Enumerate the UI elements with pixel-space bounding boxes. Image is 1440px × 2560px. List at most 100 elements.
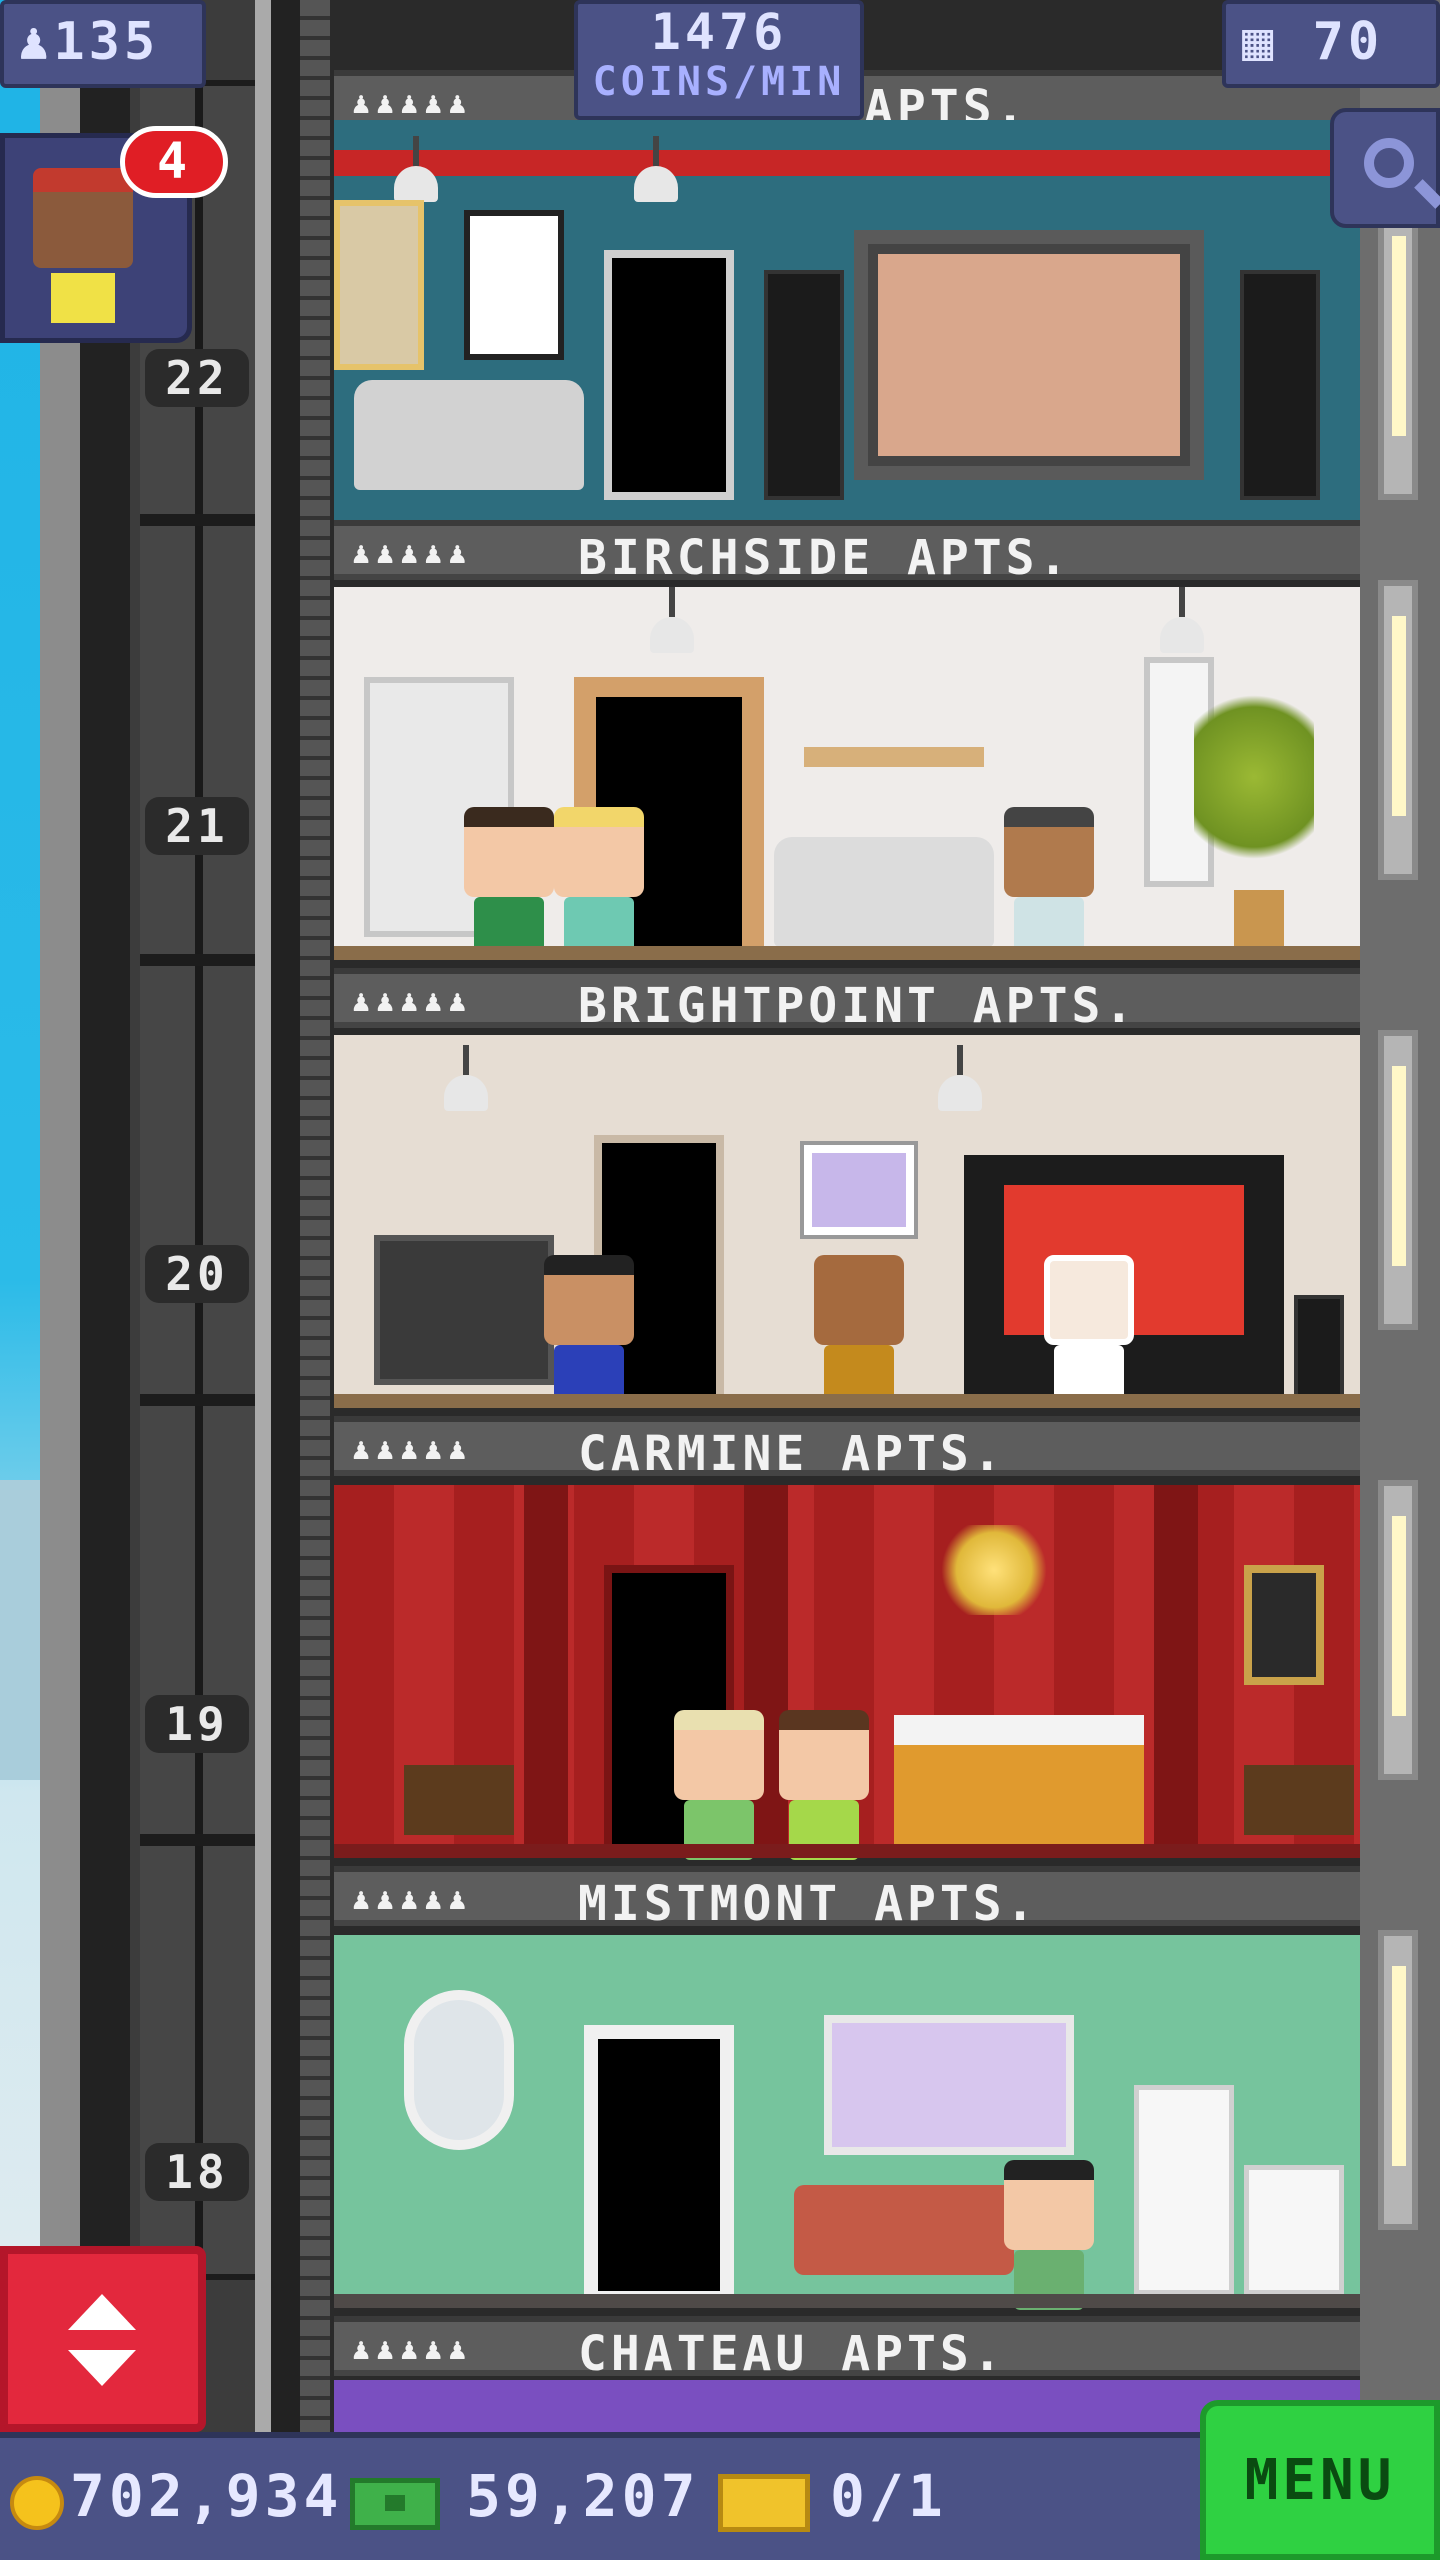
occupancy-icons: ♟♟♟♟♟ (352, 536, 473, 571)
ceiling-lamp (1160, 587, 1204, 653)
refrigerator (1134, 2085, 1234, 2295)
building-window (1378, 580, 1418, 880)
apartment-room-20[interactable] (334, 1035, 1360, 1408)
coins-per-min-value: 1476 (650, 3, 788, 61)
doorway (604, 250, 734, 500)
ceiling-lamp (634, 136, 678, 202)
shaft-panel (140, 960, 260, 1400)
speaker (1294, 1295, 1344, 1405)
elevator-button[interactable] (0, 2246, 206, 2432)
potted-palm (1194, 677, 1314, 877)
building-window (1378, 1480, 1418, 1780)
avatar-body (51, 273, 115, 323)
occupancy-icons: ♟♟♟♟♟ (352, 86, 473, 121)
ceiling-beam (334, 150, 1360, 176)
television (854, 230, 1204, 480)
wall-shelf (804, 747, 984, 767)
ceiling-lamp (650, 587, 694, 653)
floor-count-value: 70 (1312, 12, 1384, 72)
building-window (1378, 1930, 1418, 2230)
ceiling-lamp (938, 1045, 982, 1111)
chandelier (934, 1525, 1054, 1615)
down-arrow-icon (68, 2350, 136, 2386)
coin-icon (10, 2476, 64, 2530)
shaft-rail (40, 0, 80, 2560)
coins-per-min-label: COINS/MIN (592, 59, 846, 105)
stove (1244, 2165, 1344, 2295)
floor-name-21: BRIGHTPOINT APTS. (578, 978, 1138, 1034)
floor-label-bar-18[interactable]: ♟♟♟♟♟ CHATEAU APTS. (334, 2316, 1360, 2382)
sofa (354, 380, 584, 490)
floor-label-bar-19[interactable]: ♟♟♟♟♟ MISTMONT APTS. (334, 1866, 1360, 1932)
coins-value: 702,934 (70, 2462, 343, 2530)
resident[interactable] (674, 1710, 764, 1860)
doorway (584, 2025, 734, 2305)
speaker (764, 270, 844, 500)
bed (894, 1715, 1144, 1845)
apartment-room-19[interactable] (334, 1485, 1360, 1860)
resident[interactable] (814, 1255, 904, 1405)
building-icon: ▦ (1242, 12, 1278, 72)
column (1154, 1485, 1198, 1858)
floor-label-bar-22[interactable]: ♟♟♟♟♟ BIRCHSIDE APTS. (334, 520, 1360, 586)
floor-name-19: MISTMONT APTS. (578, 1876, 1039, 1932)
floor-trim (334, 2294, 1360, 2308)
resident[interactable] (1004, 2160, 1094, 2310)
floor-label-bar-21[interactable]: ♟♟♟♟♟ BRIGHTPOINT APTS. (334, 968, 1360, 1034)
wall-painting (1244, 1565, 1324, 1685)
floor-number-18: 18 (145, 2143, 249, 2201)
apartment-room-21[interactable] (334, 587, 1360, 960)
floor-number-22: 22 (145, 349, 249, 407)
floor-name-20: CARMINE APTS. (578, 1426, 1006, 1482)
bux-value: 59,207 (466, 2462, 700, 2530)
shaft-chain (300, 0, 330, 2560)
tickets-value: 0/1 (830, 2462, 947, 2530)
wall-poster (464, 210, 564, 360)
resident[interactable] (554, 807, 644, 957)
avatar (33, 168, 133, 268)
window (824, 2015, 1074, 2155)
resident[interactable] (1004, 807, 1094, 957)
shaft-panel (140, 520, 260, 960)
floor-trim (334, 1394, 1360, 1408)
building-window (1378, 1030, 1418, 1330)
city-silhouette (0, 1480, 40, 1780)
building-window (1378, 200, 1418, 500)
nightstand (1244, 1765, 1354, 1835)
wall-picture (804, 1145, 914, 1235)
floor-number-19: 19 (145, 1695, 249, 1753)
search-button[interactable] (1330, 108, 1440, 228)
wall-mirror (404, 1990, 514, 2150)
plant-pot (1234, 890, 1284, 950)
ceiling-lamp (444, 1045, 488, 1111)
menu-button[interactable]: MENU (1200, 2400, 1440, 2560)
floor-trim (334, 946, 1360, 960)
occupancy-icons: ♟♟♟♟♟ (352, 2332, 473, 2367)
population-counter[interactable]: ♟135 (0, 0, 206, 88)
resident[interactable] (1044, 1255, 1134, 1405)
floor-trim (334, 1844, 1360, 1858)
wall-poster (334, 200, 424, 370)
floor-label-bar-20[interactable]: ♟♟♟♟♟ CARMINE APTS. (334, 1416, 1360, 1482)
apartment-room-18[interactable] (334, 1935, 1360, 2310)
shaft-rail (255, 0, 271, 2560)
dining-table (374, 1235, 554, 1385)
floor-counter[interactable]: ▦ 70 (1222, 0, 1440, 88)
resident[interactable] (464, 807, 554, 957)
resident[interactable] (544, 1255, 634, 1405)
shaft-rail (271, 0, 301, 2560)
resident[interactable] (779, 1710, 869, 1860)
apartment-room-22[interactable] (334, 120, 1360, 520)
coins-per-min-panel[interactable]: 1476 COINS/MIN (574, 0, 864, 120)
floor-name-22: BIRCHSIDE APTS. (578, 530, 1072, 586)
occupancy-icons: ♟♟♟♟♟ (352, 984, 473, 1019)
floor-name-18: CHATEAU APTS. (578, 2326, 1006, 2382)
shaft-rail (80, 0, 130, 2560)
ceiling-lamp (394, 136, 438, 202)
occupancy-icons: ♟♟♟♟♟ (352, 1432, 473, 1467)
magnifier-icon (1364, 138, 1414, 188)
up-arrow-icon (68, 2294, 136, 2330)
ticket-icon (718, 2474, 810, 2532)
sofa (774, 837, 994, 947)
bux-icon (350, 2478, 440, 2530)
